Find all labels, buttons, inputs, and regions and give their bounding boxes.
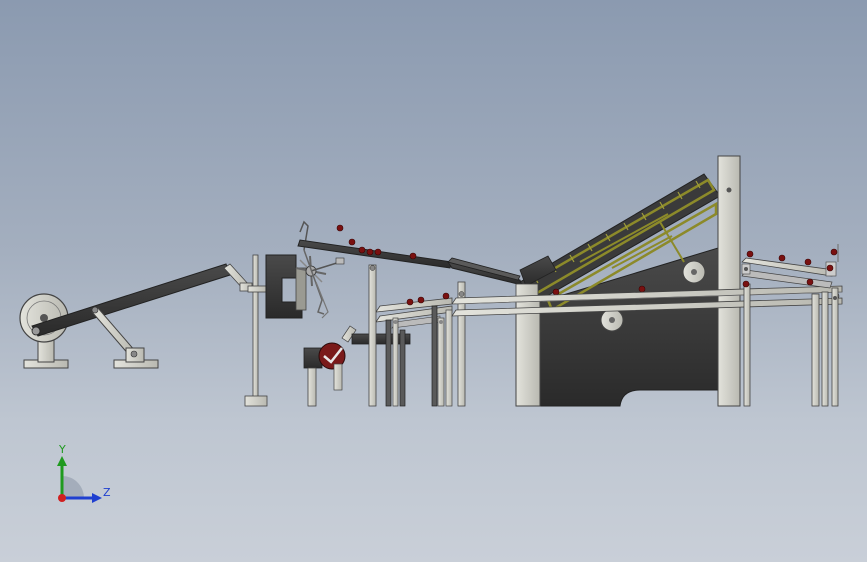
elevator-right-column — [717, 155, 741, 407]
z-axis-label: Z — [103, 486, 111, 499]
feeder-bracket — [265, 254, 307, 319]
fruits-upper — [336, 224, 417, 260]
z-axis-arrow-icon — [92, 493, 102, 503]
upper-feed-rail — [297, 239, 523, 286]
axis-triad-graphic — [57, 456, 102, 503]
cad-viewport[interactable]: Y Z — [0, 0, 867, 562]
origin-dot-icon — [58, 494, 66, 502]
orientation-triad[interactable]: Y Z — [40, 438, 120, 518]
machine-assembly-drawing — [19, 155, 843, 407]
right-sorting-rails — [741, 244, 839, 289]
triad-background-quadrant — [62, 476, 84, 498]
drive-arm — [31, 263, 253, 337]
support-strut — [91, 306, 159, 369]
y-axis-label: Y — [59, 443, 66, 456]
elevator-body — [519, 173, 721, 407]
vertical-post — [244, 254, 268, 407]
y-axis-arrow-icon — [57, 456, 67, 466]
